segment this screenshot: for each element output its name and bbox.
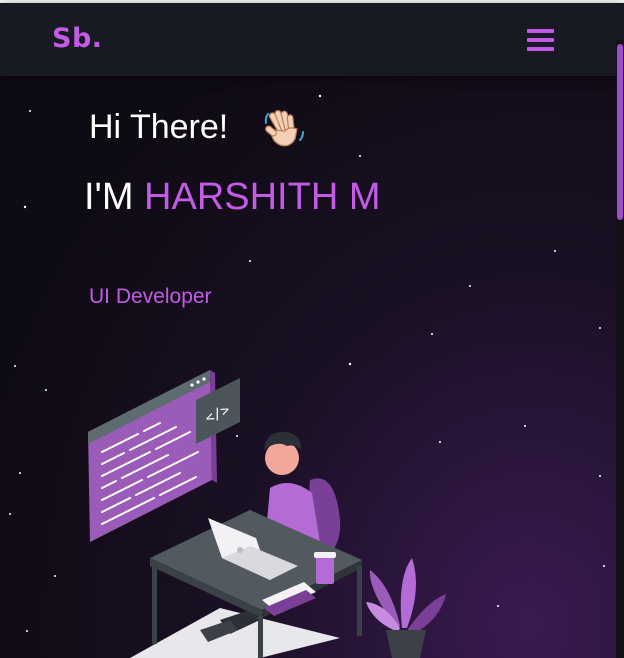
greeting-text: Hi There! [89, 108, 229, 146]
logo[interactable]: Sb. [52, 23, 103, 54]
waving-hand-icon [264, 109, 304, 147]
plant-graphic [366, 558, 446, 658]
navbar: Sb. [0, 3, 624, 76]
developer-name: HARSHITH M [144, 176, 381, 218]
developer-illustration: </> [88, 370, 446, 658]
menu-bar [527, 47, 554, 51]
role-title: UI Developer [89, 285, 212, 308]
intro-prefix: I'M [84, 176, 134, 218]
menu-bar [527, 38, 554, 42]
intro-heading: I'M HARSHITH M [84, 176, 380, 219]
hamburger-menu-icon[interactable] [527, 29, 554, 53]
code-window-graphic: </> [88, 370, 240, 542]
scrollbar-thumb[interactable] [617, 44, 623, 220]
menu-bar [527, 29, 554, 33]
